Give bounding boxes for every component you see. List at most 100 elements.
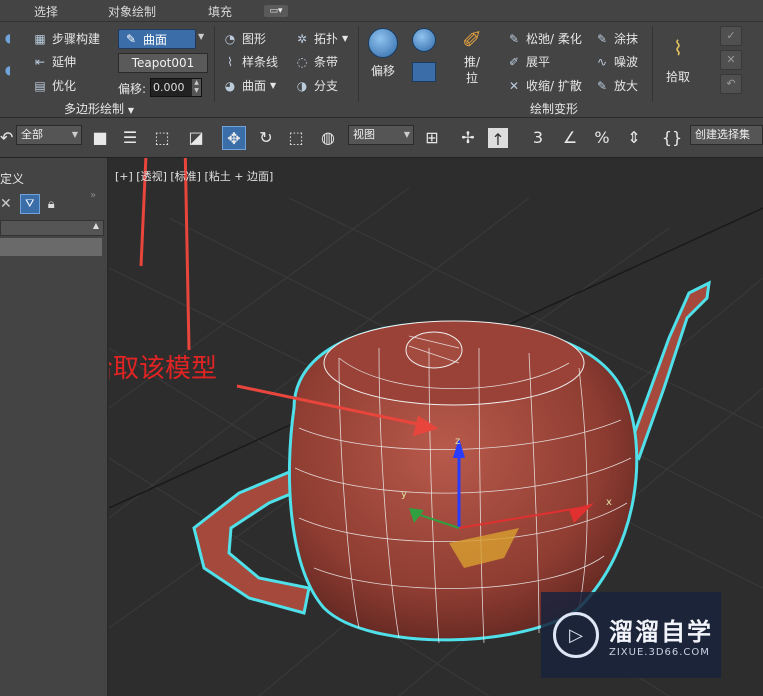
ribbon: ◖ ◖ ▦ 步骤构建 ⇤ 延伸 ▤ 优化 ✎ 曲面 ▼ Teapot001 偏移… — [0, 22, 763, 118]
svg-text:y: y — [401, 489, 407, 500]
optimize-button[interactable]: ▤ 优化 — [32, 77, 76, 94]
watermark-url: ZIXUE.3D66.COM — [609, 647, 710, 658]
tab-selection[interactable]: 选择 — [34, 3, 58, 20]
extend-button[interactable]: ⇤ 延伸 — [32, 53, 76, 70]
ribbon-divider — [358, 26, 359, 102]
amplify-icon: ✎ — [596, 78, 608, 93]
square-brush-icon — [412, 62, 436, 82]
rotate-icon[interactable]: ↻ — [254, 126, 278, 150]
smudge-icon: ✎ — [596, 31, 608, 46]
chevron-down-icon: ▼ — [71, 130, 78, 139]
close-icon[interactable]: ✕ — [720, 50, 742, 70]
brush-icon: ✐ — [462, 26, 483, 54]
undo-arrow-icon[interactable]: ↶ — [0, 126, 13, 150]
ribbon-toggle-button[interactable]: ▭▾ — [264, 5, 288, 17]
ribbon-divider — [652, 26, 653, 102]
branch-icon: ◑ — [296, 78, 308, 93]
strip-icon: ◌ — [296, 54, 308, 69]
annotation-text: 拾取该模型 — [109, 354, 218, 384]
topology-icon: ✲ — [296, 31, 308, 46]
window-crossing-icon[interactable]: ◪ — [184, 126, 208, 150]
topology-button[interactable]: ✲ 拓扑 ▼ — [294, 30, 348, 47]
shrink-icon: ✕ — [508, 78, 520, 93]
strip-button[interactable]: ◌ 条带 — [294, 53, 338, 70]
lock-icon[interactable]: 🔒︎ — [48, 197, 55, 212]
chevron-down-icon: ▼ — [342, 34, 349, 43]
relax-icon: ✎ — [508, 31, 520, 46]
svg-text:z: z — [455, 436, 460, 447]
surface-draw-on-dropdown[interactable]: ✎ 曲面 — [118, 29, 196, 49]
chevron-down-icon: ▼ — [403, 130, 410, 139]
perspective-viewport[interactable]: x y z [+] [透视] [标准] [粘土 + 边面] 拾取该模型 ▷ 溜溜… — [109, 158, 763, 696]
watermark: ▷ 溜溜自学 ZIXUE.3D66.COM — [541, 592, 721, 678]
panel-toolbar: ✕ ⛛ 🔒︎ — [0, 194, 104, 214]
spline-icon: ⌇ — [227, 54, 233, 69]
place-icon[interactable]: ◍ — [316, 126, 340, 150]
draw-conform-icon[interactable]: ◖ — [0, 62, 16, 78]
pick-button[interactable]: ⌇ 拾取 — [666, 36, 690, 85]
chevron-down-icon: ▼ — [270, 81, 277, 90]
select-object-icon[interactable]: ■ — [88, 126, 112, 150]
offset-spinner[interactable]: 0.000 ▲ ▼ — [150, 78, 202, 97]
viewport-label[interactable]: [+] [透视] [标准] [粘土 + 边面] — [115, 168, 273, 184]
ribbon-tab-strip: 选择 对象绘制 填充 ▭▾ — [0, 0, 763, 22]
list-item[interactable] — [0, 238, 102, 256]
relax-button[interactable]: ✎ 松弛/ 柔化 — [506, 30, 582, 47]
optimize-icon: ▤ — [34, 78, 46, 93]
percent-snap-icon[interactable]: % — [590, 126, 614, 150]
offset-label: 偏移: — [118, 82, 147, 96]
surface-pen-icon: ✎ — [125, 32, 137, 46]
close-icon[interactable]: ✕ — [0, 196, 12, 212]
rect-selection-icon[interactable]: ⬚ — [150, 126, 174, 150]
shrink-grow-button[interactable]: ✕ 收缩/ 扩散 — [506, 77, 582, 94]
play-logo-icon: ▷ — [553, 612, 599, 658]
main-toolbar: ↶ 全部 ▼ ■ ☰ ⬚ ◪ ✥ ↻ ⬚ ◍ 视图 ▼ ⊞ ✢ ↑ 3 ∠ % ⇕ … — [0, 118, 763, 158]
scene-explorer-panel: 定义 » ✕ ⛛ 🔒︎ ▲ — [0, 158, 108, 696]
scale-icon[interactable]: ⬚ — [284, 126, 308, 150]
check-icon[interactable]: ✓ — [720, 26, 742, 46]
keyboard-shortcut-icon[interactable]: ↑ — [488, 128, 508, 149]
angle-snap-icon[interactable]: ∠ — [558, 126, 582, 150]
surface-icon: ◕ — [224, 78, 236, 93]
panel-title: 定义 — [0, 172, 25, 186]
step-build-button[interactable]: ▦ 步骤构建 — [32, 30, 100, 47]
flatten-icon: ✐ — [508, 54, 520, 69]
smudge-button[interactable]: ✎ 涂抹 — [594, 30, 638, 47]
tab-populate[interactable]: 填充 — [208, 3, 232, 20]
selection-filter-dropdown[interactable]: 全部 ▼ — [16, 125, 82, 145]
select-manipulate-icon[interactable]: ✢ — [456, 126, 480, 150]
watermark-name: 溜溜自学 — [609, 618, 713, 646]
spline-button[interactable]: ⌇ 样条线 — [222, 53, 278, 70]
shape-icon: ◔ — [224, 31, 236, 46]
extend-icon: ⇤ — [34, 54, 46, 69]
push-pull-secondary-button[interactable] — [412, 28, 436, 82]
pivot-center-icon[interactable]: ⊞ — [420, 126, 444, 150]
noise-icon: ∿ — [596, 54, 608, 69]
snap-3d-icon[interactable]: 3 — [526, 126, 550, 150]
edit-named-selection-icon[interactable]: {} — [660, 126, 684, 150]
draw-on-icon[interactable]: ◖ — [0, 30, 16, 46]
reference-coord-dropdown[interactable]: 视图 ▼ — [348, 125, 414, 145]
surface-button[interactable]: ◕ 曲面 ▼ — [222, 77, 276, 94]
chevron-down-icon[interactable]: ▼ — [198, 32, 204, 41]
spinner-snap-icon[interactable]: ⇕ — [622, 126, 646, 150]
step-build-icon: ▦ — [34, 31, 46, 46]
amplify-button[interactable]: ✎ 放大 — [594, 77, 638, 94]
spinner-arrows-icon[interactable]: ▲ ▼ — [192, 79, 201, 96]
move-icon[interactable]: ✥ — [222, 126, 246, 150]
push-pull-button[interactable]: ✐ 推/拉 — [462, 26, 482, 86]
tab-object-paint[interactable]: 对象绘制 — [108, 3, 156, 20]
select-by-name-icon[interactable]: ☰ — [118, 126, 142, 150]
branch-button[interactable]: ◑ 分支 — [294, 77, 338, 94]
offset-big-button[interactable]: 偏移 — [368, 28, 398, 79]
teapot-spout — [627, 280, 711, 461]
flatten-button[interactable]: ✐ 展平 — [506, 53, 550, 70]
pick-target-field[interactable]: Teapot001 — [118, 53, 208, 73]
filter-icon[interactable]: ⛛ — [19, 194, 40, 214]
poly-draw-group-label[interactable]: 多边形绘制 ▼ — [64, 100, 134, 117]
noise-button[interactable]: ∿ 噪波 — [594, 53, 638, 70]
named-selection-set-field[interactable]: 创建选择集 — [690, 125, 763, 145]
undo-icon[interactable]: ↶ — [720, 74, 742, 94]
shape-button[interactable]: ◔ 图形 — [222, 30, 266, 47]
panel-column-header[interactable]: ▲ — [0, 220, 104, 236]
